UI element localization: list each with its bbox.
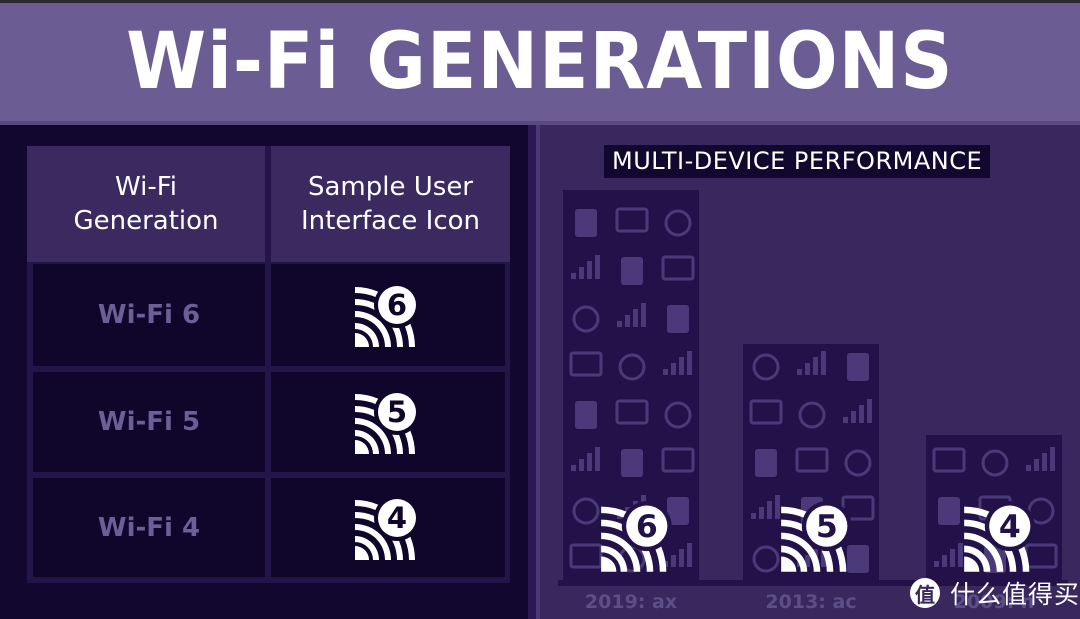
icon-number: 6 xyxy=(387,288,407,322)
device-icon xyxy=(843,399,872,423)
wifi-5-icon: 5 xyxy=(355,389,420,454)
table-row-icon-cell: 5 xyxy=(271,372,505,472)
device-icon xyxy=(667,305,689,333)
watermark: 值 什么值得买 xyxy=(910,575,1080,611)
device-icon xyxy=(844,449,872,477)
device-icon xyxy=(664,401,692,429)
wifi-4-icon: 4 xyxy=(355,494,420,560)
table-row-icon-cell: 6 xyxy=(271,264,505,366)
device-icon xyxy=(569,351,603,377)
page-title: Wi-Fi GENERATIONS xyxy=(126,17,954,107)
icon-number: 4 xyxy=(999,509,1021,545)
column-header-generation: Wi-Fi Generation xyxy=(27,146,265,262)
device-icon xyxy=(938,497,960,525)
device-icon xyxy=(615,399,649,425)
bar-category-label: 2019: ax xyxy=(584,591,678,613)
icon-number: 4 xyxy=(387,501,407,535)
device-icon xyxy=(661,255,695,281)
device-icon xyxy=(932,447,966,473)
device-icon xyxy=(571,255,600,279)
device-icon xyxy=(618,353,646,381)
generation-label: Wi-Fi 5 xyxy=(97,407,201,437)
table-row-generation-cell: Wi-Fi 4 xyxy=(33,478,265,577)
device-icon xyxy=(798,401,826,429)
device-icon xyxy=(752,353,780,381)
device-icon xyxy=(663,351,692,375)
wifi-5-icon: 5 xyxy=(781,501,852,572)
device-icon xyxy=(847,353,869,381)
device-icon xyxy=(569,543,603,569)
header-banner: Wi-Fi GENERATIONS xyxy=(0,3,1080,121)
device-icon xyxy=(572,305,600,333)
table-row-generation-cell: Wi-Fi 6 xyxy=(33,264,265,366)
device-icon xyxy=(981,449,1009,477)
column-header-line: Interface Icon xyxy=(300,206,481,236)
device-icon xyxy=(1026,447,1055,471)
device-icon xyxy=(621,257,643,285)
device-icon xyxy=(572,497,600,525)
bar-category-label: 2013: ac xyxy=(765,591,857,613)
device-icon xyxy=(661,447,695,473)
table-row-icon-cell: 4 xyxy=(271,478,505,577)
device-icon xyxy=(749,399,783,425)
device-icon xyxy=(575,209,597,237)
wifi-6-icon: 6 xyxy=(601,501,672,572)
generations-table: Wi-Fi Generation Sample User Interface Ico… xyxy=(27,146,510,583)
watermark-badge: 值 xyxy=(910,578,940,608)
device-icon xyxy=(755,449,777,477)
device-icon xyxy=(571,447,600,471)
column-header-line: Wi-Fi xyxy=(114,172,177,202)
device-icon xyxy=(617,303,646,327)
generation-label: Wi-Fi 6 xyxy=(97,300,201,330)
icon-number: 6 xyxy=(636,509,658,545)
icon-number: 5 xyxy=(816,509,838,545)
device-icon xyxy=(664,209,692,237)
device-icon xyxy=(752,545,780,573)
column-header-icon: Sample User Interface Icon xyxy=(271,146,510,262)
chart-title: MULTI-DEVICE PERFORMANCE xyxy=(604,145,991,178)
icon-number: 5 xyxy=(387,395,407,429)
device-icon xyxy=(797,351,826,375)
device-icon xyxy=(795,447,829,473)
device-icon xyxy=(615,207,649,233)
column-header-line: Sample User xyxy=(307,172,473,202)
wifi-6-icon: 6 xyxy=(355,282,420,347)
table-row-generation-cell: Wi-Fi 5 xyxy=(33,372,265,472)
column-header-line: Generation xyxy=(73,206,219,236)
device-icon xyxy=(575,401,597,429)
device-icon xyxy=(934,543,963,567)
generation-label: Wi-Fi 4 xyxy=(97,512,201,543)
wifi-4-icon: 4 xyxy=(964,501,1035,572)
device-icon xyxy=(751,495,780,519)
watermark-text: 什么值得买 xyxy=(950,580,1080,609)
device-icon xyxy=(621,449,643,477)
